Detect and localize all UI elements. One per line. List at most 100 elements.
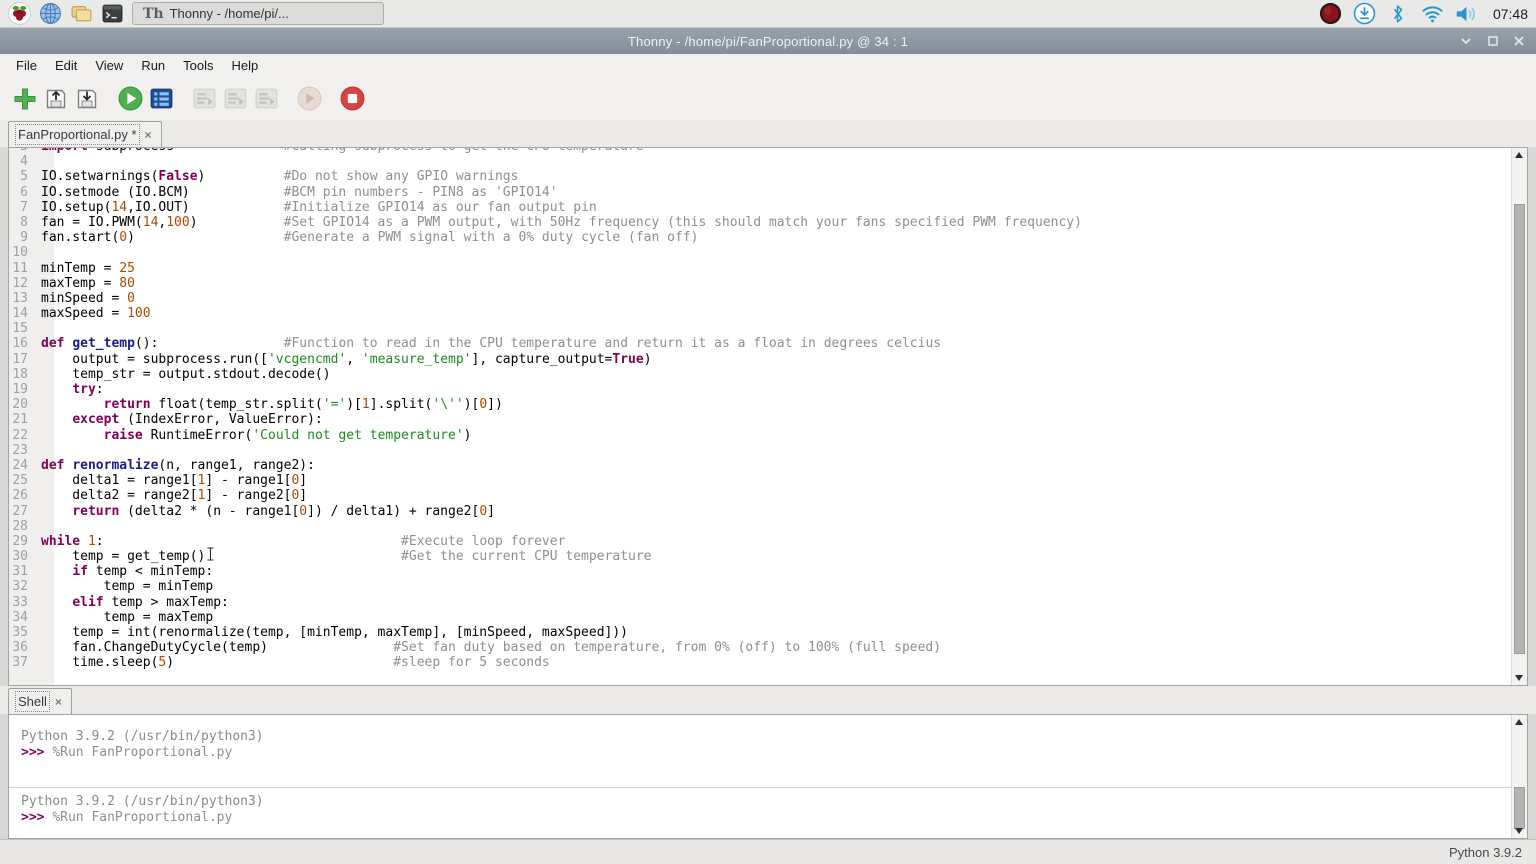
debug-script-button[interactable] [147, 85, 175, 113]
tab-close-icon[interactable]: × [145, 129, 152, 141]
code-line: 29while 1: #Execute loop forever [9, 534, 1511, 549]
line-number: 7 [9, 200, 41, 215]
line-number: 35 [9, 625, 41, 640]
line-number: 31 [9, 564, 41, 579]
line-number: 36 [9, 640, 41, 655]
run-script-button[interactable] [116, 85, 144, 113]
code-line: 7IO.setup(14,IO.OUT) #Initialize GPIO14 … [9, 200, 1511, 215]
shell-command: %Run FanProportional.py [52, 810, 232, 825]
menu-tools[interactable]: Tools [174, 56, 222, 75]
line-number: 34 [9, 610, 41, 625]
shell-command: %Run FanProportional.py [52, 745, 232, 760]
code-area: 3import subprocess #Calling subprocess t… [9, 147, 1511, 671]
close-window-icon[interactable] [1514, 36, 1524, 46]
volume-icon[interactable] [1455, 2, 1478, 25]
red-indicator-icon[interactable] [1319, 2, 1342, 25]
line-number: 25 [9, 473, 41, 488]
shell-panel[interactable]: Python 3.9.2 (/usr/bin/python3)>>> %Run … [8, 714, 1528, 839]
step-into-button [221, 85, 249, 113]
code-line: 23 [9, 443, 1511, 458]
code-line: 33 elif temp > maxTemp: [9, 595, 1511, 610]
tab-shell[interactable]: Shell × [8, 688, 72, 714]
menu-view[interactable]: View [86, 56, 132, 75]
code-line: 11minTemp = 25 [9, 261, 1511, 276]
line-number: 12 [9, 276, 41, 291]
window-titlebar: Thonny - /home/pi/FanProportional.py @ 3… [0, 28, 1536, 54]
menu-edit[interactable]: Edit [46, 56, 86, 75]
code-line: 35 temp = int(renormalize(temp, [minTemp… [9, 625, 1511, 640]
code-line: 9fan.start(0) #Generate a PWM signal wit… [9, 230, 1511, 245]
code-line: 22 raise RuntimeError('Could not get tem… [9, 428, 1511, 443]
line-number: 5 [9, 169, 41, 184]
desktop-taskbar: Th Thonny - /home/pi/... 07:48 [0, 0, 1536, 28]
stop-button[interactable] [338, 85, 366, 113]
shade-window-icon[interactable] [1460, 37, 1472, 45]
menu-bar: FileEditViewRunToolsHelp [0, 54, 1536, 77]
line-number: 6 [9, 185, 41, 200]
toolbar [0, 77, 1536, 120]
save-file-button[interactable] [73, 85, 101, 113]
line-number: 32 [9, 579, 41, 594]
code-line: 16def get_temp(): #Function to read in t… [9, 336, 1511, 351]
line-number: 26 [9, 488, 41, 503]
system-tray: 07:48 [1319, 2, 1528, 25]
file-manager-icon[interactable] [70, 2, 93, 25]
code-line: 37 time.sleep(5) #sleep for 5 seconds [9, 655, 1511, 670]
wifi-icon[interactable] [1421, 2, 1444, 25]
line-number: 37 [9, 655, 41, 670]
bluetooth-icon[interactable] [1387, 2, 1410, 25]
code-line: 21 except (IndexError, ValueError): [9, 412, 1511, 427]
shell-tab-bar: Shell × [0, 686, 1536, 714]
line-number: 21 [9, 412, 41, 427]
raspberry-menu-icon[interactable] [8, 2, 31, 25]
shell-prompt-line: >>> %Run FanProportional.py [21, 745, 1527, 761]
shell-prompt: >>> [21, 745, 52, 760]
taskbar-thonny-label: Thonny - /home/pi/... [170, 6, 289, 21]
code-line: 20 return float(temp_str.split('=')[1].s… [9, 397, 1511, 412]
code-editor[interactable]: 3import subprocess #Calling subprocess t… [8, 147, 1528, 686]
code-line: 13minSpeed = 0 [9, 291, 1511, 306]
line-number: 23 [9, 443, 41, 458]
code-line: 32 temp = minTemp [9, 579, 1511, 594]
editor-tab-bar: FanProportional.py * × [0, 120, 1536, 147]
line-number: 29 [9, 534, 41, 549]
shell-scroll-down-icon[interactable] [1515, 828, 1523, 834]
code-line: 8fan = IO.PWM(14,100) #Set GPIO14 as a P… [9, 215, 1511, 230]
shell-scroll-up-icon[interactable] [1515, 719, 1523, 725]
editor-scrollbar-thumb[interactable] [1514, 204, 1525, 654]
line-number: 4 [9, 154, 41, 169]
window-title: Thonny - /home/pi/FanProportional.py @ 3… [628, 34, 908, 49]
scroll-down-icon[interactable] [1515, 675, 1523, 681]
updates-icon[interactable] [1353, 2, 1376, 25]
code-line: 26 delta2 = range2[1] - range2[0] [9, 488, 1511, 503]
menu-run[interactable]: Run [132, 56, 174, 75]
new-file-button[interactable] [11, 85, 39, 113]
code-line: 12maxTemp = 80 [9, 276, 1511, 291]
shell-tab-close-icon[interactable]: × [55, 696, 62, 708]
code-line: 6IO.setmode (IO.BCM) #BCM pin numbers - … [9, 185, 1511, 200]
menu-help[interactable]: Help [223, 56, 268, 75]
clock: 07:48 [1493, 6, 1528, 22]
menu-file[interactable]: File [7, 56, 46, 75]
shell-scrollbar-thumb[interactable] [1514, 787, 1525, 829]
scroll-up-icon[interactable] [1515, 152, 1523, 158]
shell-welcome-line: Python 3.9.2 (/usr/bin/python3) [21, 729, 1527, 745]
line-number: 28 [9, 519, 41, 534]
maximize-window-icon[interactable] [1488, 36, 1498, 46]
load-file-button[interactable] [42, 85, 70, 113]
code-line: 28 [9, 519, 1511, 534]
line-number: 14 [9, 306, 41, 321]
step-over-button [190, 85, 218, 113]
shell-output: Python 3.9.2 (/usr/bin/python3)>>> %Run … [9, 715, 1527, 826]
shell-tab-label: Shell [18, 694, 47, 709]
web-browser-icon[interactable] [39, 2, 62, 25]
line-number: 3 [9, 147, 41, 154]
shell-scrollbar[interactable] [1511, 715, 1527, 838]
code-line: 14maxSpeed = 100 [9, 306, 1511, 321]
step-out-button [252, 85, 280, 113]
taskbar-thonny-button[interactable]: Th Thonny - /home/pi/... [132, 2, 384, 25]
code-line: 36 fan.ChangeDutyCycle(temp) #Set fan du… [9, 640, 1511, 655]
terminal-icon[interactable] [101, 2, 124, 25]
tab-fanproportional[interactable]: FanProportional.py * × [8, 121, 162, 147]
editor-scrollbar[interactable] [1511, 148, 1527, 685]
